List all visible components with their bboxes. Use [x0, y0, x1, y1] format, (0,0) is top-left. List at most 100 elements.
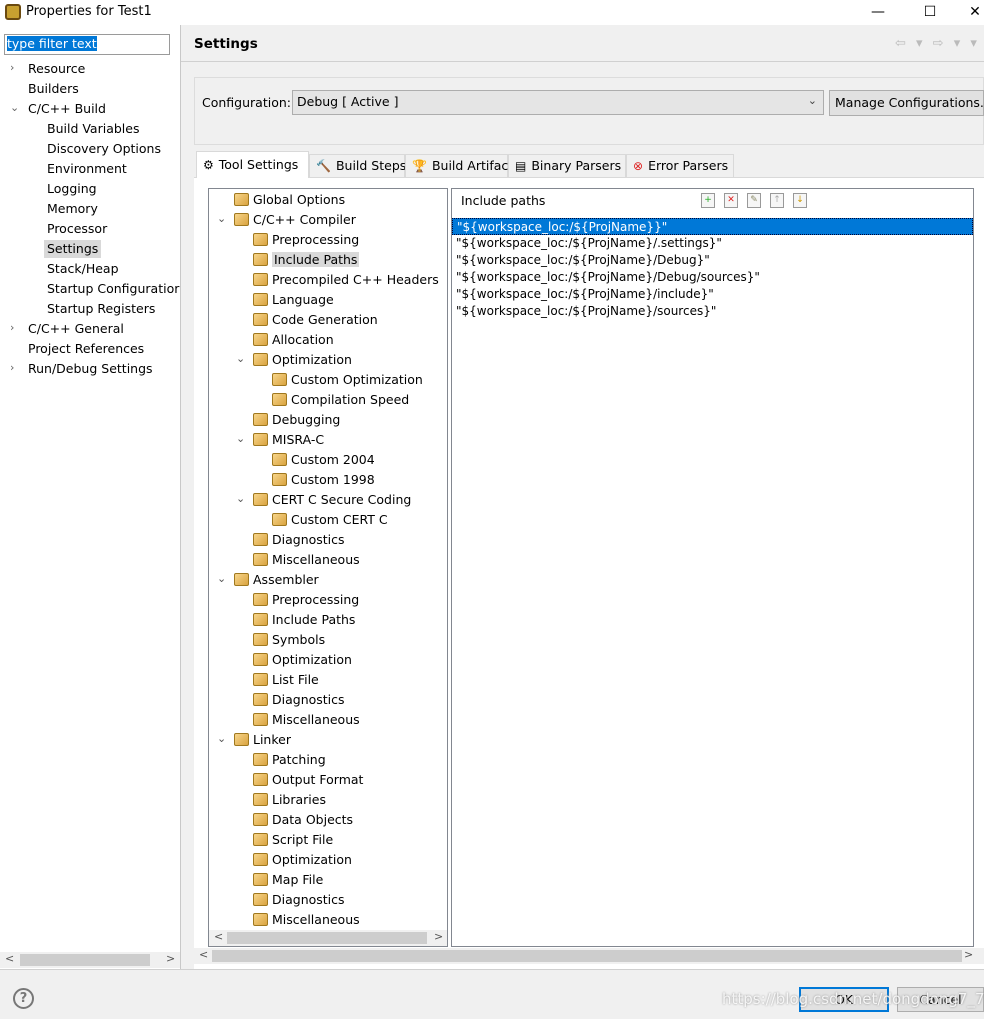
tool-tree-item[interactable]: Preprocessing — [253, 231, 359, 249]
tab-label: Binary Parsers — [531, 158, 622, 173]
tool-tree-item[interactable]: Global Options — [234, 191, 345, 209]
tool-tree-item[interactable]: Diagnostics — [253, 891, 345, 909]
chevron-down-icon[interactable]: ⌄ — [236, 352, 245, 365]
tool-tree-item[interactable]: Libraries — [253, 791, 326, 809]
nav-item[interactable]: Environment — [47, 160, 127, 178]
add-icon[interactable]: + — [701, 193, 715, 208]
tool-tree-label: Global Options — [253, 192, 346, 207]
tool-tree-item[interactable]: C/C++ Compiler — [234, 211, 356, 229]
minimize-button[interactable]: — — [858, 2, 898, 24]
tool-tree-item[interactable]: Linker — [234, 731, 291, 749]
tool-tree-item[interactable]: Custom CERT C — [272, 511, 388, 529]
chevron-right-icon[interactable]: › — [10, 321, 14, 334]
tool-tree-item[interactable]: Optimization — [253, 351, 352, 369]
help-button[interactable]: ? — [13, 988, 34, 1009]
include-path-item[interactable]: "${workspace_loc:/${ProjName}}" — [452, 218, 973, 235]
tool-option-icon — [253, 613, 268, 626]
tool-tree-item[interactable]: Include Paths — [253, 251, 360, 269]
nav-item[interactable]: Resource — [28, 60, 85, 78]
edit-icon[interactable]: ✎ — [747, 193, 761, 208]
nav-item[interactable]: Discovery Options — [47, 140, 161, 158]
tool-tree-item[interactable]: Custom Optimization — [272, 371, 423, 389]
nav-item[interactable]: Logging — [47, 180, 97, 198]
nav-item[interactable]: Build Variables — [47, 120, 139, 138]
chevron-right-icon[interactable]: › — [10, 61, 14, 74]
tab-error-parsers[interactable]: ⊗ Error Parsers — [626, 154, 734, 177]
tool-tree-item[interactable]: Code Generation — [253, 311, 378, 329]
include-paths-list[interactable]: "${workspace_loc:/${ProjName}}" "${worksp… — [452, 218, 973, 320]
tool-tree-item[interactable]: Include Paths — [253, 611, 355, 629]
tool-tree-item[interactable]: Map File — [253, 871, 323, 889]
tab-build-steps[interactable]: 🔨 Build Steps — [309, 154, 406, 177]
page-title: Settings — [194, 36, 258, 52]
tool-tree-item[interactable]: Miscellaneous — [253, 711, 360, 729]
chevron-down-icon[interactable]: ⌄ — [217, 212, 226, 225]
tool-tree-item[interactable]: Optimization — [253, 851, 352, 869]
tool-tree-item[interactable]: Optimization — [253, 651, 352, 669]
tool-tree-item[interactable]: Preprocessing — [253, 591, 359, 609]
nav-item[interactable]: Processor — [47, 220, 107, 238]
delete-icon[interactable]: ✕ — [724, 193, 738, 208]
include-path-item[interactable]: "${workspace_loc:/${ProjName}/Debug/sour… — [452, 269, 973, 286]
nav-item[interactable]: Stack/Heap — [47, 260, 119, 278]
tool-tree-item[interactable]: Custom 1998 — [272, 471, 375, 489]
tool-tree-item[interactable]: Compilation Speed — [272, 391, 409, 409]
filter-input[interactable]: type filter text — [4, 34, 170, 55]
tool-tree-item[interactable]: Debugging — [253, 411, 340, 429]
nav-item[interactable]: Startup Registers — [47, 300, 155, 318]
tool-tree-item[interactable]: Custom 2004 — [272, 451, 375, 469]
tool-tree-item[interactable]: Miscellaneous — [253, 551, 360, 569]
close-button[interactable]: ✕ — [955, 2, 984, 24]
tool-tree-item[interactable]: CERT C Secure Coding — [253, 491, 411, 509]
manage-configurations-button[interactable]: Manage Configurations... — [829, 90, 984, 116]
nav-item[interactable]: Startup Configuratior — [47, 280, 179, 298]
tool-tree-item[interactable]: Patching — [253, 751, 326, 769]
tool-tree-item[interactable]: MISRA-C — [253, 431, 324, 449]
include-path-item[interactable]: "${workspace_loc:/${ProjName}/.settings}… — [452, 235, 973, 252]
nav-horizontal-scrollbar[interactable]: < > — [0, 952, 180, 968]
tool-tree-item[interactable]: Symbols — [253, 631, 325, 649]
tool-tree-item[interactable]: Assembler — [234, 571, 319, 589]
chevron-down-icon[interactable]: ⌄ — [236, 432, 245, 445]
tool-tree-item[interactable]: Language — [253, 291, 334, 309]
tree-horizontal-scrollbar[interactable]: < > — [209, 930, 447, 946]
nav-item[interactable]: Memory — [47, 200, 98, 218]
filter-text[interactable]: type filter text — [7, 36, 97, 51]
move-down-icon[interactable]: ↓ — [793, 193, 807, 208]
configuration-select[interactable]: Debug [ Active ] ⌄ — [292, 90, 824, 115]
chevron-down-icon[interactable]: ⌄ — [10, 101, 19, 114]
tab-binary-parsers[interactable]: ▤ Binary Parsers — [508, 154, 626, 177]
nav-item[interactable]: C/C++ Build — [28, 100, 106, 118]
splitter[interactable] — [180, 25, 181, 969]
chevron-down-icon[interactable]: ⌄ — [236, 492, 245, 505]
maximize-button[interactable]: ☐ — [910, 2, 950, 24]
include-path-item[interactable]: "${workspace_loc:/${ProjName}/include}" — [452, 286, 973, 303]
chevron-down-icon[interactable]: ⌄ — [217, 572, 226, 585]
tool-tree-item[interactable]: Data Objects — [253, 811, 353, 829]
main-horizontal-scrollbar[interactable]: < > — [194, 948, 984, 964]
tool-tree-item[interactable]: Precompiled C++ Headers — [253, 271, 439, 289]
configuration-value: Debug [ Active ] — [297, 94, 399, 109]
tool-tree-item[interactable]: List File — [253, 671, 319, 689]
history-nav-arrows[interactable]: ⇦ ▾ ⇨ ▾ ▾ — [895, 36, 980, 51]
include-path-item[interactable]: "${workspace_loc:/${ProjName}/sources}" — [452, 303, 973, 320]
tool-tree-item[interactable]: Script File — [253, 831, 333, 849]
nav-item[interactable]: C/C++ General — [28, 320, 124, 338]
nav-item[interactable]: Project References — [28, 340, 144, 358]
tool-tree-label: Symbols — [272, 632, 326, 647]
chevron-down-icon[interactable]: ⌄ — [217, 732, 226, 745]
chevron-right-icon[interactable]: › — [10, 361, 14, 374]
tool-tree-item[interactable]: Miscellaneous — [253, 911, 360, 929]
tool-tree-item[interactable]: Output Format — [253, 771, 363, 789]
nav-item[interactable]: Settings — [44, 240, 102, 258]
tool-tree-item[interactable]: Allocation — [253, 331, 334, 349]
tab-tool-settings[interactable]: ⚙ Tool Settings — [196, 151, 309, 178]
move-up-icon[interactable]: ↑ — [770, 193, 784, 208]
tab-build-artifact[interactable]: 🏆 Build Artifact — [405, 154, 513, 177]
tool-tree-item[interactable]: Diagnostics — [253, 691, 345, 709]
include-path-item[interactable]: "${workspace_loc:/${ProjName}/Debug}" — [452, 252, 973, 269]
nav-item[interactable]: Builders — [28, 80, 79, 98]
nav-item[interactable]: Run/Debug Settings — [28, 360, 153, 378]
tool-tree-item[interactable]: Diagnostics — [253, 531, 345, 549]
tool-option-icon — [253, 913, 268, 926]
